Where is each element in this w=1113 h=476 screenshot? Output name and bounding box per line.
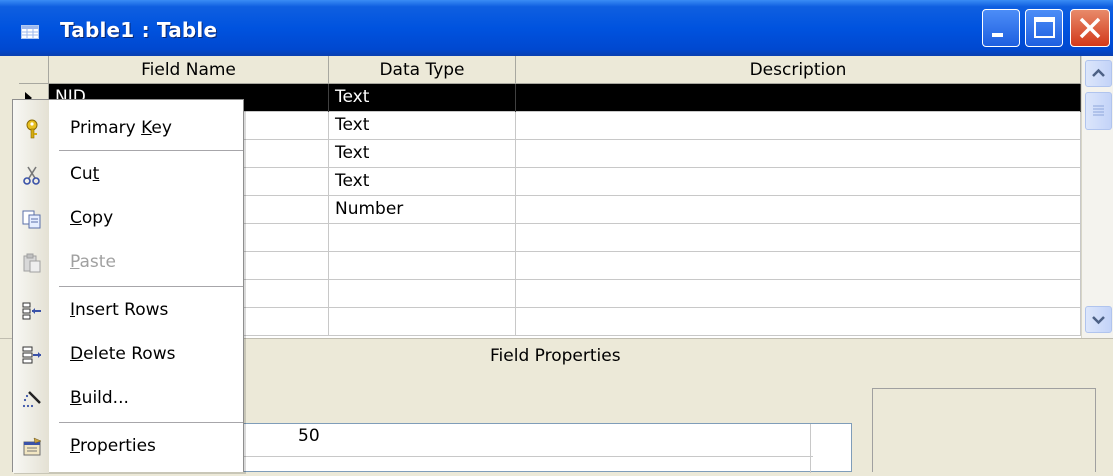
description-cell[interactable]: [516, 280, 1081, 308]
menu-item-delete-rows[interactable]: Delete Rows: [13, 332, 243, 376]
menu-item-copy[interactable]: Copy: [13, 196, 243, 240]
title-bar[interactable]: Table1 : Table: [0, 0, 1113, 56]
menu-item-label: Build...: [70, 388, 129, 408]
field-size-row[interactable]: 50: [243, 424, 813, 457]
description-cell[interactable]: [516, 112, 1081, 140]
description-cell[interactable]: [516, 84, 1081, 112]
data-type-cell[interactable]: Number: [329, 196, 516, 224]
menu-separator: [59, 422, 243, 423]
chevron-down-icon: [1092, 316, 1105, 325]
context-menu[interactable]: Primary Key Cut Copy Paste Insert Rows D…: [12, 99, 244, 473]
delete-rows-icon: [22, 346, 41, 364]
menu-item-label: Delete Rows: [70, 344, 176, 364]
menu-item-label: Copy: [70, 208, 114, 228]
menu-item-build[interactable]: Build...: [13, 376, 243, 420]
field-size-value[interactable]: 50: [298, 426, 320, 446]
property-divider: [810, 424, 811, 473]
menu-separator: [59, 150, 243, 151]
scroll-up-button[interactable]: [1085, 60, 1112, 87]
data-type-cell[interactable]: [329, 280, 516, 308]
table-icon: [21, 25, 39, 39]
properties-grid[interactable]: 50: [242, 423, 852, 473]
menu-item-primary-key[interactable]: Primary Key: [13, 106, 243, 150]
properties-icon: [23, 437, 42, 456]
menu-item-label: Paste: [70, 252, 116, 272]
field-properties-label: Field Properties: [490, 346, 621, 366]
data-type-cell[interactable]: Text: [329, 168, 516, 196]
paste-icon: [23, 253, 41, 273]
help-text-box: [872, 388, 1096, 472]
row-selector-header: [19, 56, 49, 84]
close-button[interactable]: [1070, 9, 1110, 47]
description-cell[interactable]: [516, 196, 1081, 224]
menu-item-cut[interactable]: Cut: [13, 152, 243, 196]
menu-item-label: Primary Key: [70, 118, 172, 138]
minimize-button[interactable]: [982, 9, 1020, 47]
description-cell[interactable]: [516, 308, 1081, 336]
column-header-field-name: Field Name: [49, 56, 329, 84]
grip-icon: [1093, 105, 1104, 116]
chevron-up-icon: [1092, 68, 1105, 77]
column-header-data-type: Data Type: [329, 56, 516, 84]
column-header-description: Description: [516, 56, 1081, 84]
scroll-down-button[interactable]: [1085, 306, 1112, 333]
description-cell[interactable]: [516, 140, 1081, 168]
menu-item-label: Insert Rows: [70, 300, 169, 320]
menu-item-label: Cut: [70, 164, 100, 184]
maximize-icon: [1034, 17, 1055, 38]
data-type-cell[interactable]: [329, 308, 516, 336]
menu-item-properties[interactable]: Properties: [13, 424, 243, 468]
data-type-cell[interactable]: Text: [329, 84, 516, 112]
description-cell[interactable]: [516, 168, 1081, 196]
key-icon: [26, 119, 38, 139]
data-type-cell[interactable]: [329, 252, 516, 280]
scroll-thumb[interactable]: [1085, 92, 1112, 130]
data-type-cell[interactable]: Text: [329, 140, 516, 168]
menu-separator: [59, 286, 243, 287]
description-cell[interactable]: [516, 252, 1081, 280]
data-type-cell[interactable]: Text: [329, 112, 516, 140]
menu-item-label: Properties: [70, 436, 156, 456]
minimize-icon: [992, 33, 1003, 37]
vertical-scrollbar[interactable]: [1081, 56, 1113, 338]
data-type-cell[interactable]: [329, 224, 516, 252]
window-title: Table1 : Table: [60, 18, 218, 42]
property-row[interactable]: [243, 456, 813, 476]
build-wand-icon: [22, 391, 41, 408]
close-icon: [1079, 17, 1101, 39]
copy-icon: [22, 210, 41, 229]
insert-rows-icon: [22, 302, 41, 320]
description-cell[interactable]: [516, 224, 1081, 252]
menu-item-insert-rows[interactable]: Insert Rows: [13, 288, 243, 332]
scissors-icon: [23, 166, 40, 185]
maximize-button[interactable]: [1025, 9, 1063, 47]
menu-item-paste[interactable]: Paste: [13, 240, 243, 284]
